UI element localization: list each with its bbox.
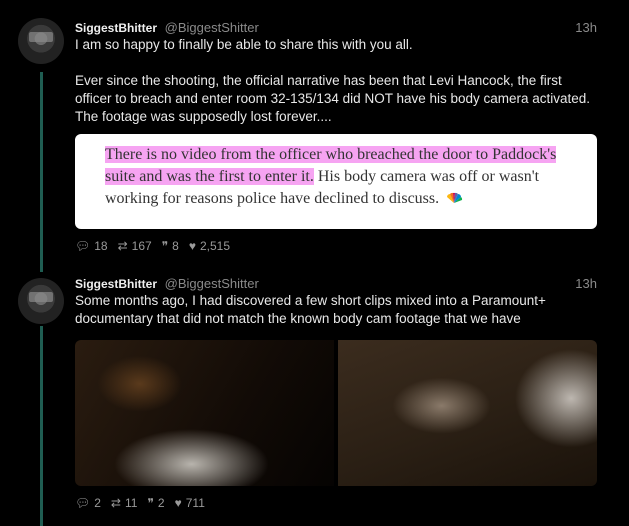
- tweet-paragraph: Ever since the shooting, the official na…: [75, 73, 591, 124]
- like-button[interactable]: ♥ 711: [175, 496, 205, 510]
- tweet-header: SiggestBhitter @BiggestShitter 13h: [75, 276, 597, 292]
- like-count: 2,515: [199, 239, 230, 253]
- retweet-icon: ⇄: [117, 239, 128, 253]
- user-handle[interactable]: @BiggestShitter: [165, 20, 259, 35]
- display-name[interactable]: SiggestBhitter: [75, 21, 157, 35]
- user-handle[interactable]: @BiggestShitter: [165, 276, 259, 291]
- timestamp[interactable]: 13h: [575, 20, 597, 36]
- tweet-actions: 💬︎ 2 ⇄ 11 ❞ 2 ♥ 711: [75, 496, 597, 510]
- retweet-button[interactable]: ⇄ 167: [118, 239, 152, 253]
- video-still-image[interactable]: [338, 340, 597, 486]
- retweet-count: 11: [124, 496, 138, 510]
- heart-icon: ♥: [188, 239, 196, 253]
- thread-line: [40, 326, 43, 526]
- reply-button[interactable]: 💬︎ 18: [75, 239, 108, 253]
- quote-count: 2: [157, 496, 165, 510]
- thread-line: [40, 72, 43, 272]
- tweet-text: I am so happy to finally be able to shar…: [75, 36, 597, 126]
- reply-count: 2: [94, 496, 101, 510]
- quote-button[interactable]: ❞ 2: [147, 496, 164, 510]
- quote-icon: ❞: [161, 239, 169, 253]
- avatar[interactable]: [18, 18, 64, 64]
- tweet-header: SiggestBhitter @BiggestShitter 13h: [75, 20, 597, 36]
- video-still-image[interactable]: [75, 340, 334, 486]
- quote-icon: ❞: [147, 496, 154, 510]
- nbc-peacock-icon: [447, 192, 463, 203]
- heart-icon: ♥: [174, 496, 182, 510]
- like-count: 711: [185, 496, 205, 510]
- tweet-text: Some months ago, I had discovered a few …: [75, 293, 546, 326]
- reply-button[interactable]: 💬︎ 2: [75, 496, 101, 510]
- avatar[interactable]: [18, 278, 64, 324]
- comment-icon: 💬︎: [75, 239, 91, 253]
- quote-count: 8: [172, 239, 179, 253]
- retweet-count: 167: [131, 239, 152, 253]
- media-grid: [75, 340, 597, 486]
- quote-card[interactable]: There is no video from the officer who b…: [75, 134, 597, 229]
- tweet: SiggestBhitter @BiggestShitter 13h I am …: [75, 20, 597, 253]
- tweet-actions: 💬︎ 18 ⇄ 167 ❞ 8 ♥ 2,515: [75, 239, 597, 253]
- comment-icon: 💬︎: [75, 496, 91, 510]
- reply-count: 18: [94, 239, 108, 253]
- like-button[interactable]: ♥ 2,515: [189, 239, 230, 253]
- tweet-paragraph: I am so happy to finally be able to shar…: [75, 37, 413, 52]
- tweet: SiggestBhitter @BiggestShitter 13h Some …: [75, 276, 597, 510]
- retweet-button[interactable]: ⇄ 11: [111, 496, 138, 510]
- quote-button[interactable]: ❞ 8: [162, 239, 179, 253]
- timestamp[interactable]: 13h: [575, 276, 597, 292]
- retweet-icon: ⇄: [110, 496, 121, 510]
- display-name[interactable]: SiggestBhitter: [75, 277, 157, 291]
